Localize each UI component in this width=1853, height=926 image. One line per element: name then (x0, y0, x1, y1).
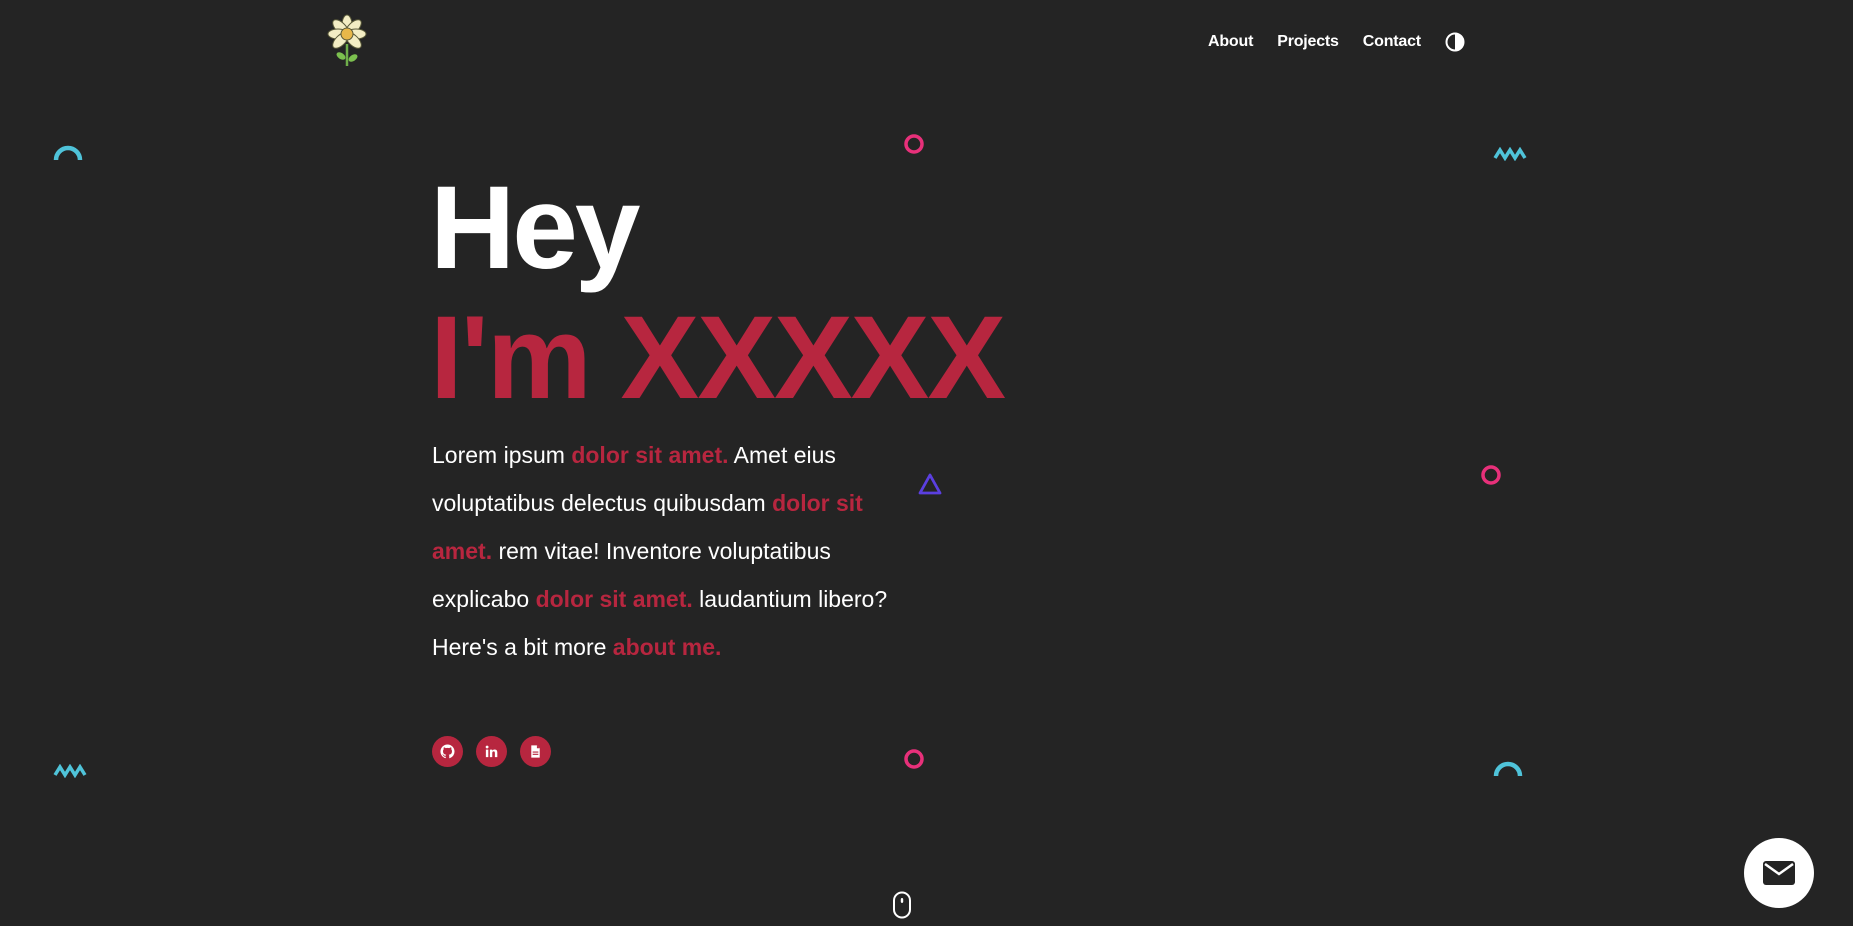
nav-link-about[interactable]: About (1208, 30, 1253, 54)
cyan-arc-decoration (1493, 761, 1523, 777)
main-nav: About Projects Contact (1208, 30, 1465, 54)
social-links (432, 736, 551, 767)
hero-description: Lorem ipsum dolor sit amet. Amet eius vo… (432, 431, 902, 671)
pink-ring-decoration (1481, 465, 1501, 485)
hero-greeting: Hey (430, 162, 640, 294)
cyan-zigzag-decoration (1493, 147, 1527, 161)
description-text: Lorem ipsum (432, 442, 572, 468)
contact-mail-button[interactable] (1744, 838, 1814, 908)
description-highlight: dolor sit amet. (535, 586, 693, 612)
scroll-mouse-icon[interactable] (892, 891, 912, 919)
github-button[interactable] (432, 736, 463, 767)
purple-triangle-decoration (918, 473, 942, 495)
linkedin-icon (485, 745, 498, 758)
nav-link-contact[interactable]: Contact (1363, 30, 1421, 54)
nav-link-projects[interactable]: Projects (1277, 30, 1339, 54)
linkedin-button[interactable] (476, 736, 507, 767)
about-me-link[interactable]: about me. (613, 634, 722, 660)
resume-button[interactable] (520, 736, 551, 767)
github-icon (440, 744, 455, 759)
theme-toggle-icon[interactable] (1445, 32, 1465, 52)
resume-file-icon (531, 745, 540, 758)
pink-ring-decoration (904, 749, 924, 769)
daisy-logo-icon[interactable] (321, 14, 373, 68)
cyan-zigzag-decoration (53, 764, 87, 778)
mail-icon (1763, 861, 1795, 885)
description-highlight: dolor sit amet. (571, 442, 729, 468)
pink-ring-decoration (904, 134, 924, 154)
hero-name: I'm XXXXX (430, 292, 1006, 424)
cyan-arc-decoration (53, 145, 83, 161)
